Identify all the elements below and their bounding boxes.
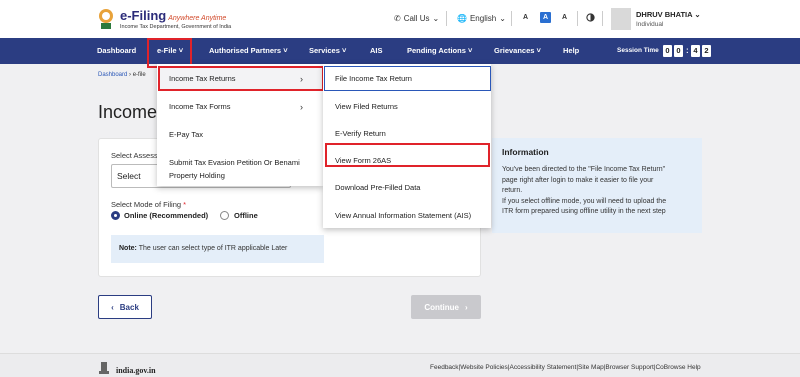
footer-link-website-policies[interactable]: |Website Policies [459, 364, 508, 371]
chevron-down-icon: ˅ [283, 46, 288, 55]
user-role: Individual [636, 21, 664, 28]
menu-item-e-pay-tax[interactable]: E-Pay Tax [157, 130, 323, 139]
session-digit: 2 [702, 45, 711, 57]
nav-services[interactable]: Services ˅ [309, 38, 346, 64]
session-digit: 0 [663, 45, 672, 57]
assessment-year-label: Select Assess [111, 151, 158, 160]
submenu-view-filed-returns[interactable]: View Filed Returns [335, 102, 398, 111]
online-radio-label: Online (Recommended) [124, 211, 209, 220]
menu-item-income-tax-returns[interactable]: Income Tax Returns › [157, 74, 323, 84]
footer-link-feedback[interactable]: Feedback [430, 364, 459, 371]
globe-icon: 🌐 [457, 14, 467, 23]
footer-site-name[interactable]: india.gov.in [116, 366, 156, 375]
footer-link-site-map[interactable]: |Site Map [576, 364, 603, 371]
efiling-logo[interactable]: e-Filing Anywhere Anytime [120, 8, 226, 23]
session-digit: 4 [691, 45, 700, 57]
footer-link-accessibility[interactable]: |Accessibility Statement [508, 364, 577, 371]
chevron-down-icon: ˅ [467, 46, 473, 55]
session-digit: 0 [674, 45, 683, 57]
nav-authorised-partners[interactable]: Authorised Partners ˅ [209, 38, 288, 64]
offline-radio[interactable] [220, 211, 229, 220]
main-nav: Dashboard e-File ˅ Authorised Partners ˅… [0, 38, 800, 64]
nav-help[interactable]: Help [563, 38, 579, 64]
offline-radio-label: Offline [234, 211, 258, 220]
chevron-down-icon: ˅ [536, 46, 541, 55]
national-emblem-icon [99, 9, 113, 29]
session-time-label: Session Time [617, 47, 659, 54]
avatar[interactable] [611, 8, 631, 30]
submenu-e-verify-return[interactable]: E-Verify Return [335, 129, 386, 138]
logo-subtitle: Income Tax Department, Government of Ind… [120, 24, 232, 30]
continue-button[interactable]: Continue › [411, 295, 481, 319]
footer-link-browser-support[interactable]: |Browser Support [604, 364, 654, 371]
chevron-right-icon: › [300, 74, 303, 84]
submenu-view-ais[interactable]: View Annual Information Statement (AIS) [335, 211, 471, 220]
contrast-icon[interactable] [586, 13, 595, 22]
nav-dashboard[interactable]: Dashboard [97, 38, 136, 64]
chevron-down-icon: ⌄ [499, 14, 506, 23]
menu-item-tax-evasion-petition[interactable]: Submit Tax Evasion Petition Or Benami Pr… [157, 156, 323, 182]
submenu-file-income-tax-return[interactable]: File Income Tax Return [335, 74, 412, 83]
font-reset-button[interactable]: A [540, 12, 551, 23]
nav-grievances[interactable]: Grievances ˅ [494, 38, 541, 64]
divider [577, 11, 578, 26]
divider [511, 11, 512, 26]
divider [446, 11, 447, 26]
chevron-right-icon: › [300, 102, 303, 112]
session-colon: : [686, 46, 689, 55]
font-increase-button[interactable]: A [559, 12, 570, 23]
menu-item-income-tax-forms[interactable]: Income Tax Forms › [157, 102, 323, 112]
breadcrumb-dashboard[interactable]: Dashboard [98, 72, 127, 78]
online-radio[interactable] [111, 211, 120, 220]
user-name[interactable]: DHRUV BHATIA ⌄ [636, 10, 701, 19]
breadcrumb-efile: e-file [132, 72, 146, 78]
note-box: Note: The user can select type of ITR ap… [111, 235, 324, 263]
divider [602, 11, 603, 26]
back-button[interactable]: ‹ Back [98, 295, 152, 319]
chevron-down-icon: ⌄ [432, 14, 440, 23]
nav-ais[interactable]: AIS [370, 38, 383, 64]
information-panel: Information You've been directed to the … [492, 138, 702, 233]
font-decrease-button[interactable]: A [520, 12, 531, 23]
submenu-view-form-26as[interactable]: View Form 26AS [335, 156, 391, 165]
info-title: Information [502, 147, 549, 157]
footer-links: Feedback |Website Policies |Accessibilit… [430, 364, 701, 371]
breadcrumb: Dashboard › e-file [98, 72, 146, 78]
chevron-left-icon: ‹ [111, 302, 114, 312]
phone-icon: ✆ [394, 14, 401, 23]
chevron-right-icon: › [465, 302, 468, 312]
submenu-download-prefilled-data[interactable]: Download Pre-Filled Data [335, 183, 420, 192]
filing-mode-label: Select Mode of Filing * [111, 200, 187, 209]
call-us-menu[interactable]: ✆ Call Us ⌄ [394, 14, 439, 23]
chevron-down-icon: ⌄ [694, 10, 701, 19]
chevron-down-icon: ˅ [341, 46, 347, 55]
info-body: You've been directed to the "File Income… [502, 166, 667, 215]
language-selector[interactable]: 🌐 English ⌄ [457, 14, 506, 23]
footer-link-cobrowse-help[interactable]: |CoBrowse Help [654, 364, 701, 371]
nav-pending-actions[interactable]: Pending Actions ˅ [407, 38, 472, 64]
emblem-icon [99, 362, 109, 374]
